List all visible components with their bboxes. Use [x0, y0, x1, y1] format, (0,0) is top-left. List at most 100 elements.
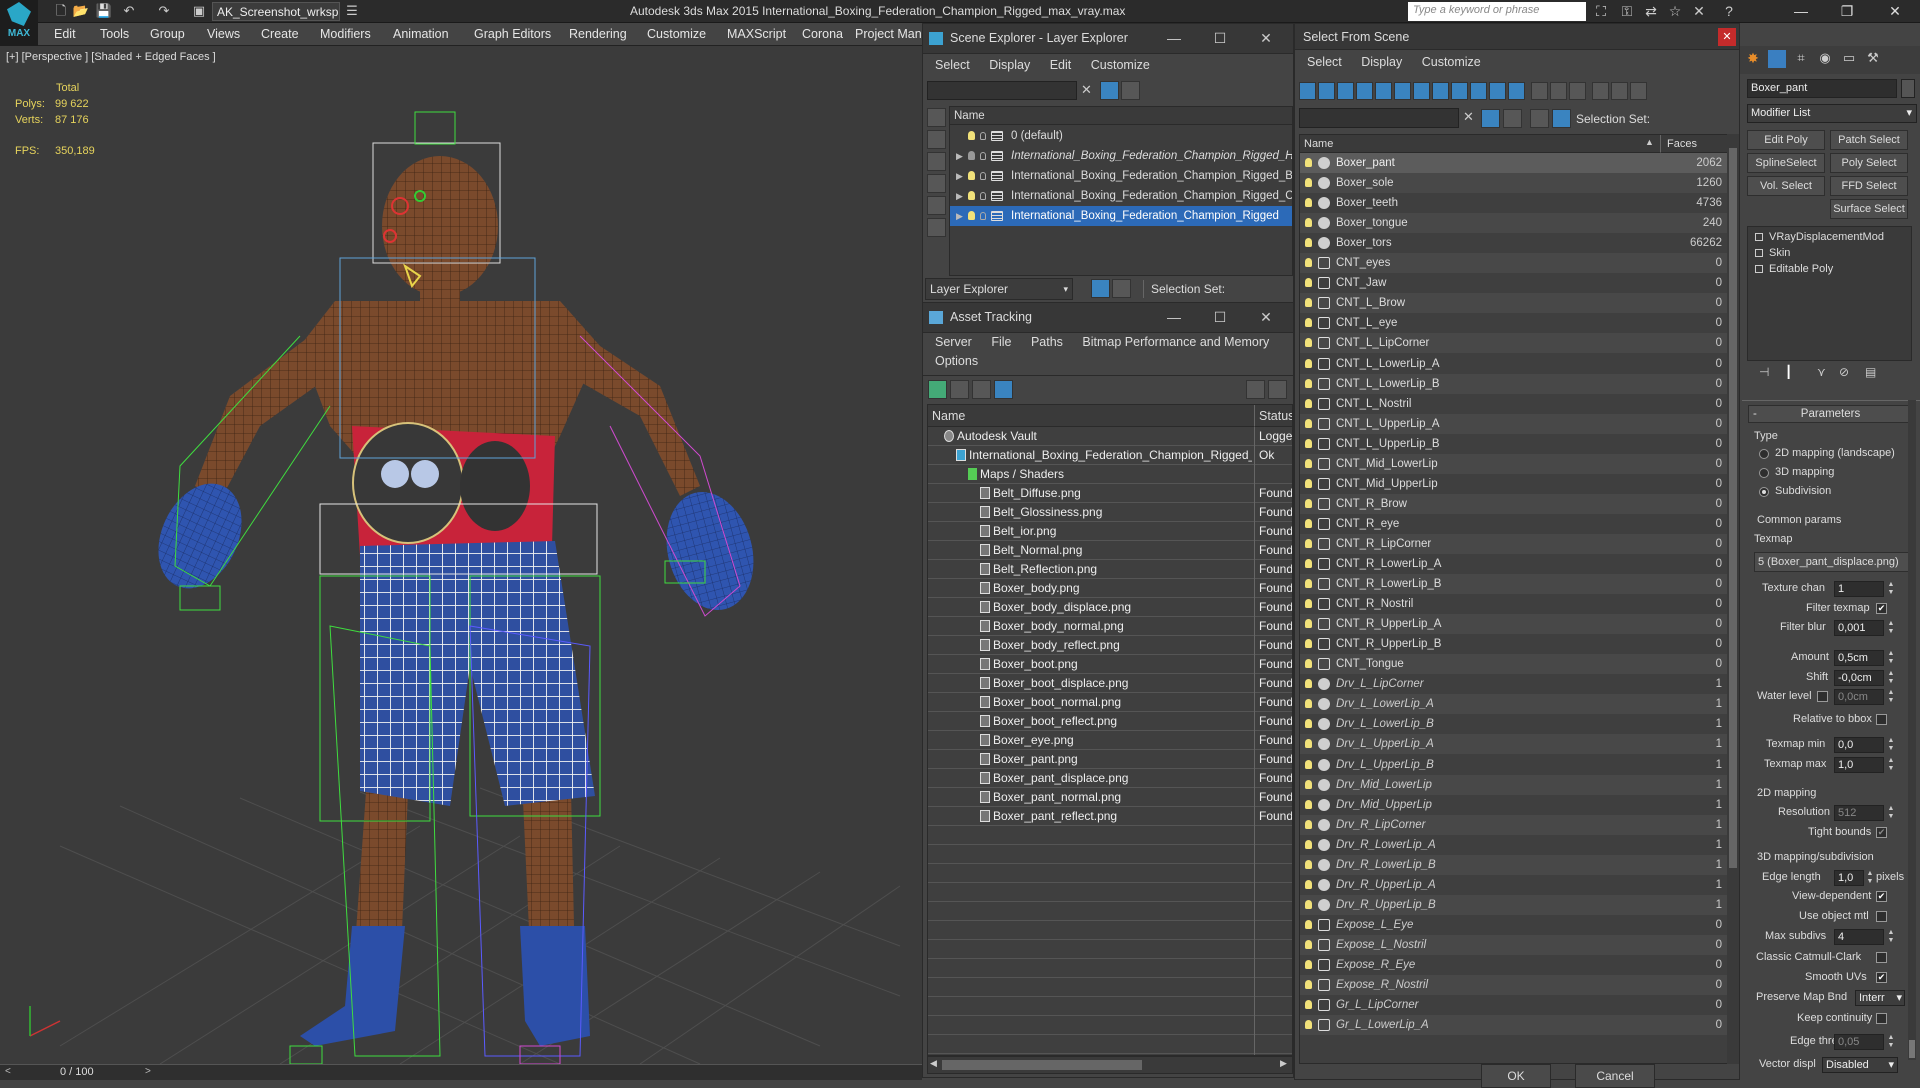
visibility-bulb-icon[interactable] — [1305, 759, 1312, 769]
sfs-column-faces[interactable]: Faces — [1660, 135, 1728, 153]
object-row[interactable]: CNT_Mid_LowerLip 0 — [1300, 453, 1728, 474]
close-x-icon[interactable]: ✕ — [1690, 3, 1708, 20]
object-row[interactable]: Drv_L_LipCorner 1 — [1300, 674, 1728, 694]
viewport-label[interactable]: [+] [Perspective ] [Shaded + Edged Faces… — [6, 51, 216, 63]
menu-animation[interactable]: Animation — [393, 27, 449, 41]
visibility-bulb-icon[interactable] — [1305, 298, 1312, 308]
key-icon[interactable]: ⚿ — [1618, 3, 1636, 20]
sfs-layer-mode-icon[interactable] — [1530, 109, 1549, 128]
object-row[interactable]: Drv_R_LowerLip_A 1 — [1300, 835, 1728, 855]
visibility-bulb-icon[interactable] — [1305, 278, 1312, 288]
object-row[interactable]: Drv_Mid_LowerLip 1 — [1300, 774, 1728, 795]
close-icon[interactable]: ✕ — [1243, 24, 1289, 53]
visibility-bulb-icon[interactable] — [1305, 438, 1312, 448]
shift-input[interactable]: -0,0cm — [1834, 670, 1884, 686]
asset-row[interactable]: Boxer_body_displace.png Found — [928, 598, 1292, 617]
asset-row[interactable]: Boxer_body_reflect.png Found — [928, 636, 1292, 655]
se-display-shapes-icon[interactable] — [927, 130, 946, 149]
visibility-bulb-icon[interactable] — [1305, 338, 1312, 348]
smooth-uvs-checkbox[interactable]: ✔ — [1876, 972, 1887, 983]
object-row[interactable]: CNT_R_UpperLip_A 0 — [1300, 614, 1728, 635]
object-row[interactable]: Expose_L_Nostril 0 — [1300, 934, 1728, 955]
expand-arrow-icon[interactable]: ▶ — [956, 206, 968, 226]
asset-row[interactable]: Belt_Diffuse.png Found — [928, 484, 1292, 503]
maximize-icon[interactable]: ☐ — [1197, 24, 1243, 53]
stack-item[interactable]: Skin — [1751, 247, 1911, 263]
sfs-hidden-icon[interactable] — [1508, 82, 1525, 100]
se-display-geometry-icon[interactable] — [927, 108, 946, 127]
menu-modifiers[interactable]: Modifiers — [320, 27, 371, 41]
object-row[interactable]: Boxer_sole 1260 — [1300, 173, 1728, 194]
sfs-lights-icon[interactable] — [1337, 82, 1354, 100]
undo-icon[interactable]: ↶ — [120, 2, 138, 20]
menu-tools[interactable]: Tools — [100, 27, 129, 41]
asset-row[interactable] — [928, 883, 1292, 902]
sfs-cameras-icon[interactable] — [1356, 82, 1373, 100]
asset-row[interactable] — [928, 1016, 1292, 1035]
time-slider[interactable] — [0, 1064, 922, 1080]
asset-row[interactable]: Boxer_boot_normal.png Found — [928, 693, 1292, 712]
visibility-bulb-icon[interactable] — [968, 211, 975, 221]
visibility-bulb-icon[interactable] — [1305, 899, 1312, 909]
visibility-bulb-icon[interactable] — [968, 151, 975, 161]
texmap-min-spinner[interactable]: ▲ ▼ — [1887, 737, 1895, 753]
at-menu-bitmap-performance[interactable]: Bitmap Performance and Memory — [1082, 335, 1269, 349]
object-row[interactable]: CNT_L_LipCorner 0 — [1300, 333, 1728, 354]
se-layers-icon[interactable] — [1121, 81, 1140, 100]
edge-length-spinner[interactable]: ▲ ▼ — [1866, 870, 1874, 886]
object-row[interactable]: Boxer_tors 66262 — [1300, 233, 1728, 253]
object-row[interactable]: CNT_R_LowerLip_A 0 — [1300, 554, 1728, 574]
visibility-bulb-icon[interactable] — [1305, 1020, 1312, 1030]
asset-row[interactable]: Boxer_boot_displace.png Found — [928, 674, 1292, 693]
asset-row[interactable]: Belt_Reflection.png Found — [928, 560, 1292, 579]
se-search-input[interactable] — [927, 81, 1077, 100]
close-icon[interactable]: ✕ — [1872, 0, 1918, 23]
se-menu-display[interactable]: Display — [989, 58, 1030, 72]
at-horizontal-scrollbar[interactable]: ◀ ▶ — [927, 1056, 1293, 1074]
resolution-spinner[interactable]: ▲ ▼ — [1887, 805, 1895, 821]
project-folder-icon[interactable]: ▣ — [190, 2, 208, 20]
modify-tab-icon[interactable] — [1768, 50, 1786, 68]
object-row[interactable]: Boxer_teeth 4736 — [1300, 193, 1728, 213]
asset-row[interactable]: Autodesk Vault Logged — [928, 427, 1292, 446]
object-row[interactable]: Expose_R_Nostril 0 — [1300, 975, 1728, 996]
texture-chan-spinner[interactable]: ▲ ▼ — [1887, 581, 1895, 597]
search-input[interactable]: Type a keyword or phrase — [1408, 2, 1586, 21]
command-panel-scrollbar[interactable] — [1908, 400, 1916, 1060]
object-row[interactable]: CNT_L_UpperLip_A 0 — [1300, 413, 1728, 434]
asset-row[interactable]: International_Boxing_Federation_Champion… — [928, 446, 1292, 465]
max-subdivs-input[interactable]: 4 — [1834, 929, 1884, 945]
visibility-bulb-icon[interactable] — [1305, 318, 1312, 328]
freeze-icon[interactable] — [980, 131, 986, 140]
object-row[interactable]: Drv_L_LowerLip_A 1 — [1300, 694, 1728, 715]
asset-row[interactable] — [928, 826, 1292, 845]
visibility-bulb-icon[interactable] — [1305, 879, 1312, 889]
freeze-icon[interactable] — [980, 171, 986, 180]
texmap-button[interactable]: 5 (Boxer_pant_displace.png) — [1754, 552, 1914, 572]
sfs-none-icon[interactable] — [1550, 82, 1567, 100]
use-object-mtl-checkbox[interactable] — [1876, 911, 1887, 922]
shift-spinner[interactable]: ▲ ▼ — [1887, 670, 1895, 686]
edit-poly-button[interactable]: Edit Poly — [1747, 130, 1825, 150]
object-row[interactable]: CNT_R_UpperLip_B 0 — [1300, 634, 1728, 654]
favorites-icon[interactable]: ☆ — [1666, 3, 1684, 20]
sfs-invert-icon[interactable] — [1569, 82, 1586, 100]
layer-row[interactable]: 0 (default) — [950, 126, 1292, 146]
visibility-bulb-icon[interactable] — [1305, 238, 1312, 248]
visibility-bulb-icon[interactable] — [968, 171, 975, 181]
se-display-cameras-icon[interactable] — [927, 174, 946, 193]
sfs-containers-icon[interactable] — [1470, 82, 1487, 100]
amount-spinner[interactable]: ▲ ▼ — [1887, 650, 1895, 666]
bulb-icon[interactable] — [1755, 233, 1763, 241]
exchange-icon[interactable]: ⇄ — [1642, 3, 1660, 20]
object-row[interactable]: Drv_Mid_UpperLip 1 — [1300, 795, 1728, 815]
object-row[interactable]: Expose_R_Eye 0 — [1300, 955, 1728, 975]
object-row[interactable]: CNT_R_LipCorner 0 — [1300, 533, 1728, 554]
sfs-xrefs-icon[interactable] — [1432, 82, 1449, 100]
menu-rendering[interactable]: Rendering — [569, 27, 627, 41]
asset-row[interactable] — [928, 902, 1292, 921]
help-icon[interactable]: ? — [1720, 3, 1738, 20]
object-row[interactable]: Drv_R_LowerLip_B 1 — [1300, 854, 1728, 875]
visibility-bulb-icon[interactable] — [1305, 478, 1312, 488]
texmap-max-input[interactable]: 1,0 — [1834, 757, 1884, 773]
